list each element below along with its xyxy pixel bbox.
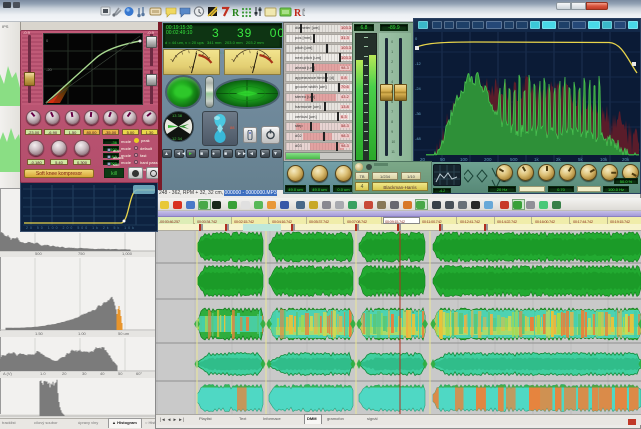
svg-text:-24: -24 xyxy=(415,86,422,91)
svg-text:-36: -36 xyxy=(415,111,422,116)
svg-text:-20: -20 xyxy=(46,67,53,72)
svg-text:0: 0 xyxy=(46,38,49,43)
svg-text:R: R xyxy=(294,8,302,19)
svg-text:VU: VU xyxy=(250,66,255,70)
svg-text:12 34: 12 34 xyxy=(172,136,183,141)
svg-text:VU: VU xyxy=(189,66,194,70)
svg-text:13 38: 13 38 xyxy=(172,113,183,118)
svg-text:88: 88 xyxy=(230,125,235,130)
svg-text:-48: -48 xyxy=(415,136,422,141)
svg-text:-12: -12 xyxy=(415,61,422,66)
svg-text:R: R xyxy=(232,8,240,19)
